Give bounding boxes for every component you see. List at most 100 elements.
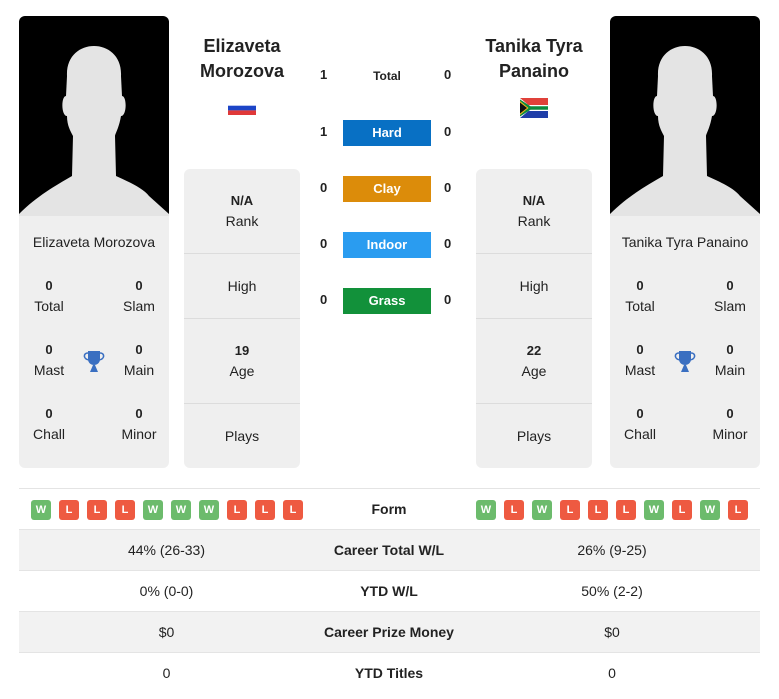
surface-badge-indoor[interactable]: Indoor xyxy=(343,232,431,258)
titles-mast-label: Mast xyxy=(33,362,65,378)
comparison-table: WLLLWWWLLL Form WLWLLLWLWL 44% (26-33) C… xyxy=(19,488,760,694)
form-win-badge[interactable]: W xyxy=(644,500,664,520)
south-africa-flag-icon xyxy=(520,98,548,118)
rank-value: N/A xyxy=(230,193,254,208)
age-label: Age xyxy=(229,363,255,379)
surface-badge-grass[interactable]: Grass xyxy=(343,288,431,314)
form-loss-badge[interactable]: L xyxy=(504,500,524,520)
titles-mast-value: 0 xyxy=(45,342,53,357)
player-photo-left xyxy=(19,16,169,216)
h2h-left-value: 1 xyxy=(320,124,328,139)
form-loss-badge[interactable]: L xyxy=(672,500,692,520)
form-win-badge[interactable]: W xyxy=(199,500,219,520)
player-name-line2[interactable]: Morozova xyxy=(167,59,317,84)
titles-total: 0 Total xyxy=(610,276,670,316)
form-loss-badge[interactable]: L xyxy=(59,500,79,520)
titles-chall: 0 Chall xyxy=(610,404,670,444)
titles-total-value: 0 xyxy=(636,278,644,293)
h2h-left-value: 0 xyxy=(320,236,328,251)
form-loss-badge[interactable]: L xyxy=(227,500,247,520)
titles-total-label: Total xyxy=(625,298,655,314)
form-win-badge[interactable]: W xyxy=(476,500,496,520)
player-info-right: N/A Rank High 22 Age Plays xyxy=(476,169,592,468)
rank-cell: N/A Rank xyxy=(184,169,300,254)
surface-badge-clay[interactable]: Clay xyxy=(343,176,431,202)
form-loss-badge[interactable]: L xyxy=(87,500,107,520)
titles-total-label: Total xyxy=(34,298,64,314)
titles-chall-label: Chall xyxy=(33,426,65,442)
h2h-right-value: 0 xyxy=(444,236,452,251)
form-loss-badge[interactable]: L xyxy=(255,500,275,520)
h2h-left-value: 0 xyxy=(320,292,328,307)
row-label: Career Total W/L xyxy=(333,542,445,558)
titles-main-label: Main xyxy=(714,362,746,378)
player-titles-card-left: Elizaveta Morozova 0 Total 0 Slam 0 Mast… xyxy=(19,216,169,468)
row-label: YTD Titles xyxy=(354,665,424,681)
age-cell: 22 Age xyxy=(476,319,592,404)
h2h-right-value: 0 xyxy=(444,292,452,307)
surface-badge-hard[interactable]: Hard xyxy=(343,120,431,146)
form-win-badge[interactable]: W xyxy=(171,500,191,520)
age-value: 22 xyxy=(526,343,542,358)
plays-cell: Plays xyxy=(476,404,592,468)
titles-slam-value: 0 xyxy=(135,278,143,293)
titles-main-label: Main xyxy=(123,362,155,378)
titles-slam-value: 0 xyxy=(726,278,734,293)
titles-chall-value: 0 xyxy=(45,406,53,421)
titles-chall-label: Chall xyxy=(624,426,656,442)
form-loss-badge[interactable]: L xyxy=(115,500,135,520)
titles-chall-value: 0 xyxy=(636,406,644,421)
form-win-badge[interactable]: W xyxy=(143,500,163,520)
titles-minor-label: Minor xyxy=(712,426,748,442)
h2h-right-value: 0 xyxy=(444,124,452,139)
form-loss-badge[interactable]: L xyxy=(560,500,580,520)
age-cell: 19 Age xyxy=(184,319,300,404)
player-header-left: Elizaveta Morozova xyxy=(167,34,317,118)
h2h-right-value: 0 xyxy=(444,67,452,82)
player-name-line2[interactable]: Panaino xyxy=(459,59,609,84)
form-win-badge[interactable]: W xyxy=(532,500,552,520)
high-label: High xyxy=(519,278,549,294)
rank-label: Rank xyxy=(517,213,551,229)
titles-slam: 0 Slam xyxy=(700,276,760,316)
trophy-icon xyxy=(674,351,696,372)
age-label: Age xyxy=(521,363,547,379)
right-value: 50% (2-2) xyxy=(581,583,643,599)
titles-slam-label: Slam xyxy=(714,298,746,314)
form-loss-badge[interactable]: L xyxy=(728,500,748,520)
form-right: WLWLLLWLWL xyxy=(476,500,748,520)
titles-mast: 0 Mast xyxy=(19,340,79,380)
player-name-line1[interactable]: Elizaveta xyxy=(167,34,317,59)
titles-total: 0 Total xyxy=(19,276,79,316)
form-win-badge[interactable]: W xyxy=(31,500,51,520)
player-header-right: Tanika Tyra Panaino xyxy=(459,34,609,118)
high-cell: High xyxy=(476,254,592,319)
plays-label: Plays xyxy=(224,428,260,444)
titles-mast-value: 0 xyxy=(636,342,644,357)
player-name[interactable]: Tanika Tyra Panaino xyxy=(610,234,760,250)
age-value: 19 xyxy=(234,343,250,358)
h2h-row-hard: 1 Hard 0 xyxy=(300,120,476,146)
form-left: WLLLWWWLLL xyxy=(31,500,303,520)
h2h-row-total: 1 Total 0 xyxy=(300,63,476,89)
high-label: High xyxy=(227,278,257,294)
left-value: 0% (0-0) xyxy=(139,583,194,599)
player-name-line1[interactable]: Tanika Tyra xyxy=(459,34,609,59)
h2h-right-value: 0 xyxy=(444,180,452,195)
form-loss-badge[interactable]: L xyxy=(588,500,608,520)
titles-chall: 0 Chall xyxy=(19,404,79,444)
form-win-badge[interactable]: W xyxy=(700,500,720,520)
player-photo-right xyxy=(610,16,760,216)
titles-total-value: 0 xyxy=(45,278,53,293)
right-value: 26% (9-25) xyxy=(577,542,647,558)
titles-minor-value: 0 xyxy=(726,406,734,421)
left-value: 44% (26-33) xyxy=(127,542,206,558)
form-loss-badge[interactable]: L xyxy=(283,500,303,520)
titles-mast: 0 Mast xyxy=(610,340,670,380)
trophy-icon xyxy=(83,351,105,372)
plays-cell: Plays xyxy=(184,404,300,468)
player-name[interactable]: Elizaveta Morozova xyxy=(19,234,169,250)
h2h-row-clay: 0 Clay 0 xyxy=(300,176,476,202)
titles-minor-label: Minor xyxy=(121,426,157,442)
form-loss-badge[interactable]: L xyxy=(616,500,636,520)
